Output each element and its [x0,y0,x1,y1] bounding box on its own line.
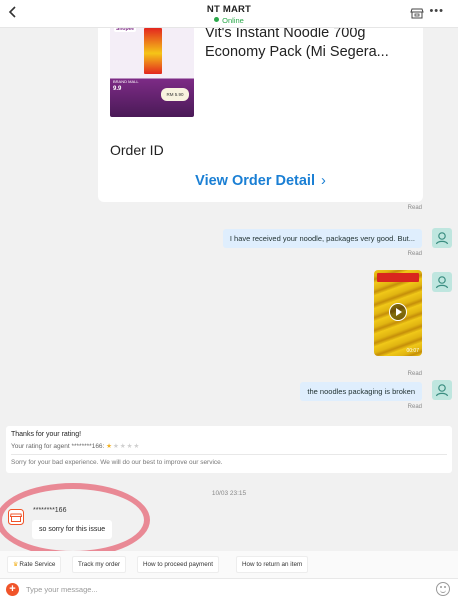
read-receipt: Read [407,404,422,410]
user-icon [435,384,449,397]
message-input-bar: + [0,578,458,600]
video-duration: 00:07 [406,348,419,354]
product-name: Vit's Instant Noodle 700g Economy Pack (… [205,25,389,60]
add-attachment-button[interactable]: + [6,583,19,596]
quick-reply-label: Rate Service [19,561,56,568]
online-dot-icon [214,17,220,22]
quick-reply-label: How to proceed payment [143,561,214,568]
chat-timestamp: 10/03 23:15 [211,490,247,497]
sale-label: 9.9 [113,86,122,92]
video-message[interactable]: 00:07 [374,270,422,356]
message-input[interactable] [26,582,426,597]
user-avatar [432,380,452,400]
chevron-right-icon: › [320,173,326,189]
user-avatar [432,272,452,292]
rating-card: Thanks for your rating! Your rating for … [6,426,452,473]
plus-icon: + [9,583,16,595]
online-status: Online [0,16,458,25]
star-empty-icon: ★ [119,443,127,450]
status-text: Online [222,16,244,25]
agent-avatar [8,509,24,525]
star-empty-icon: ★ [113,443,120,450]
rating-title: Thanks for your rating! [11,431,82,438]
product-image[interactable]: Shopee BRAND MALL 9.9 RM 5.90 [110,16,194,117]
order-id-label: Order ID [110,142,164,158]
quick-reply-label: How to return an item [242,561,303,568]
price-badge: RM 5.90 [161,88,189,101]
noodle-pack-image [144,28,162,74]
rating-stars: ★★★★★ [106,443,140,450]
rating-line: Your rating for agent ********166: ★★★★★ [11,442,140,450]
rating-prefix: Your rating for agent ********166: [11,443,105,450]
star-empty-icon: ★ [133,443,141,450]
read-receipt: Read [407,371,422,377]
agent-name: ********166 [33,507,67,514]
user-avatar [432,228,452,248]
shop-info: NT MART Online [0,4,458,25]
quick-reply-rate-service[interactable]: ♛Rate Service [7,556,62,573]
video-label-graphic [377,273,419,282]
incoming-message[interactable]: so sorry for this issue [32,520,113,539]
star-filled-icon: ★ [106,443,113,450]
quick-reply-track-order[interactable]: Track my order [72,556,127,573]
user-icon [435,276,449,289]
quick-reply-proceed-payment[interactable]: How to proceed payment [137,556,220,573]
more-button[interactable]: ••• [429,5,444,17]
play-icon[interactable] [389,303,407,321]
shop-title: NT MART [206,4,252,15]
quick-reply-label: Track my order [78,561,121,568]
outgoing-message[interactable]: I have received your noodle, packages ve… [222,229,422,248]
crown-icon: ♛ [13,562,19,568]
order-card[interactable]: Shopee BRAND MALL 9.9 RM 5.90 Vit's Inst… [98,10,423,202]
divider [11,454,447,455]
store-icon [410,8,424,19]
quick-reply-return-item[interactable]: How to return an item [236,556,309,573]
rating-apology: Sorry for your bad experience. We will d… [11,459,223,466]
read-receipt: Read [407,251,422,257]
chat-header: NT MART Online ••• [0,0,458,28]
quick-replies-bar: ♛Rate Service Track my order How to proc… [0,551,458,578]
view-order-detail-link[interactable]: View Order Detail › [98,173,423,189]
user-icon [435,232,449,245]
emoji-icon[interactable] [436,582,450,596]
outgoing-message[interactable]: the noodles packaging is broken [300,382,422,401]
store-icon [8,509,24,525]
sale-sub-label: BRAND MALL [113,79,139,84]
view-order-detail-label: View Order Detail [195,173,315,189]
store-button[interactable] [410,6,424,20]
read-receipt: Read [407,205,422,211]
more-icon: ••• [429,5,444,17]
